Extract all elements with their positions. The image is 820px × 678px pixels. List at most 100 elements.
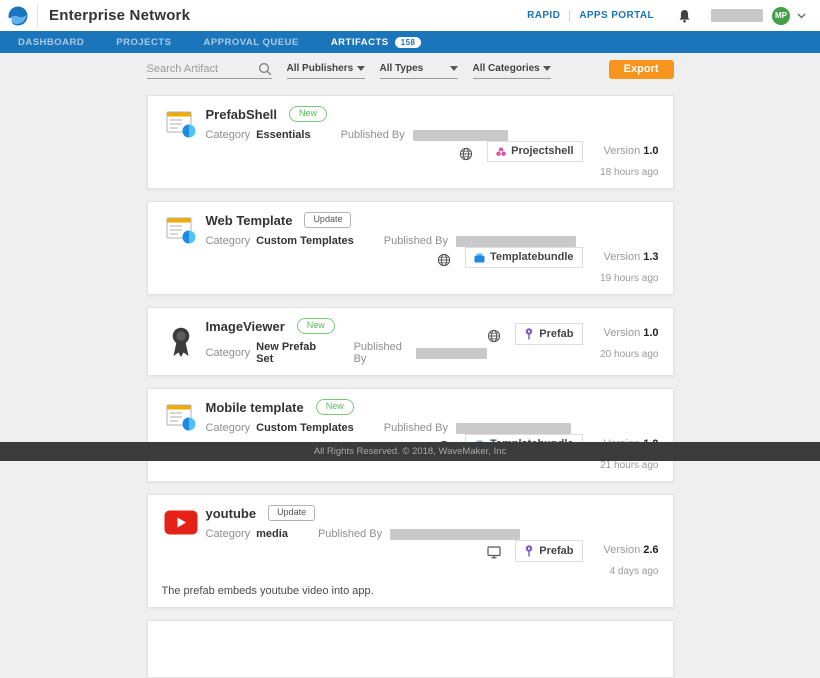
avatar[interactable]: MP — [772, 7, 790, 25]
status-badge: New — [289, 106, 327, 122]
projectshell-icon — [496, 147, 506, 157]
category-value: New Prefab Set — [256, 341, 323, 365]
apps-portal-link[interactable]: APPS PORTAL — [579, 10, 654, 21]
card-main: PrefabShell New Category Essentials Publ… — [204, 106, 659, 141]
monitor-icon — [487, 546, 501, 559]
card-main: Mobile template New Category Custom Temp… — [204, 399, 659, 434]
status-badge: Update — [304, 212, 351, 228]
category-value: Custom Templates — [256, 235, 354, 247]
published-time: 19 hours ago — [595, 273, 659, 284]
publisher-redacted — [456, 423, 571, 434]
published-by-label: Published By — [384, 235, 448, 247]
globe-icon — [487, 329, 501, 343]
artifact-title: Web Template — [206, 213, 293, 228]
search-input[interactable] — [147, 63, 258, 75]
nav-approval-queue[interactable]: APPROVAL QUEUE — [203, 37, 298, 48]
category-value: Custom Templates — [256, 422, 354, 434]
artifact-card[interactable]: Web Template Update Category Custom Temp… — [147, 201, 674, 295]
types-dropdown[interactable]: All Types — [380, 59, 458, 79]
globe-icon — [437, 253, 451, 267]
wavemaker-logo-icon[interactable] — [8, 6, 28, 26]
publisher-redacted — [413, 130, 508, 141]
artifact-description: The prefab embeds youtube video into app… — [158, 585, 659, 597]
version-value: 2.6 — [643, 544, 658, 556]
caret-down-icon — [450, 66, 458, 71]
nav-artifacts-label: ARTIFACTS — [331, 37, 389, 48]
version-value: 1.3 — [643, 251, 658, 263]
category-value: media — [256, 528, 288, 540]
type-chip: Projectshell — [487, 141, 582, 162]
category-label: Category — [206, 235, 251, 247]
export-button[interactable]: Export — [609, 60, 674, 79]
status-badge: Update — [268, 505, 315, 521]
version-value: 1.0 — [643, 327, 658, 339]
globe-icon — [459, 147, 473, 161]
type-chip: Prefab — [515, 323, 582, 345]
artifact-card-partial[interactable] — [147, 620, 674, 678]
publishers-dropdown[interactable]: All Publishers — [287, 59, 365, 79]
template-icon — [158, 215, 204, 245]
published-time: 21 hours ago — [595, 460, 659, 471]
type-chip: Templatebundle — [465, 247, 583, 268]
published-time: 4 days ago — [595, 566, 659, 577]
nav-dashboard[interactable]: DASHBOARD — [18, 37, 84, 48]
page-title: Enterprise Network — [49, 7, 190, 24]
publishers-dropdown-value: All Publishers — [287, 63, 354, 74]
nav-projects[interactable]: PROJECTS — [116, 37, 171, 48]
categories-dropdown[interactable]: All Categories — [473, 59, 551, 79]
content-column: All Publishers All Types All Categories … — [147, 57, 674, 678]
main-nav: DASHBOARD PROJECTS APPROVAL QUEUE ARTIFA… — [0, 31, 820, 53]
card-right: Templatebundle Version1.3 19 hours ago — [437, 247, 659, 284]
youtube-icon — [158, 510, 204, 535]
publisher-redacted — [390, 529, 520, 540]
app-header: Enterprise Network RAPID APPS PORTAL MP — [0, 0, 820, 31]
published-by-label: Published By — [384, 422, 448, 434]
version-line: Version1.3 — [604, 251, 659, 263]
template-icon — [158, 109, 204, 139]
published-by-label: Published By — [318, 528, 382, 540]
type-chip-label: Projectshell — [511, 146, 573, 157]
category-value: Essentials — [256, 129, 310, 141]
chevron-down-icon[interactable] — [797, 13, 806, 19]
notifications-bell-icon[interactable] — [678, 9, 691, 23]
caret-down-icon — [357, 66, 365, 71]
artifact-title: ImageViewer — [206, 319, 285, 334]
published-by-label: Published By — [341, 129, 405, 141]
version-line: Version2.6 — [604, 544, 659, 556]
artifact-card[interactable]: Mobile template New Category Custom Temp… — [147, 388, 674, 482]
search-box — [147, 59, 272, 79]
artifact-card[interactable]: youtube Update Category media Published … — [147, 494, 674, 608]
category-label: Category — [206, 129, 251, 141]
prefab-icon — [524, 328, 534, 340]
type-chip-label: Prefab — [539, 329, 573, 340]
artifact-card[interactable]: ImageViewer New Category New Prefab Set … — [147, 307, 674, 376]
rapid-link[interactable]: RAPID — [527, 10, 560, 21]
username-redacted — [711, 9, 763, 22]
nav-artifacts[interactable]: ARTIFACTS 158 — [331, 37, 422, 48]
publisher-redacted — [416, 348, 488, 359]
category-label: Category — [206, 422, 251, 434]
version-line: Version1.0 — [604, 145, 659, 157]
category-label: Category — [206, 528, 251, 540]
type-chip-label: Templatebundle — [490, 252, 574, 263]
card-main: ImageViewer New Category New Prefab Set … — [204, 318, 488, 365]
published-by-label: Published By — [354, 341, 408, 365]
card-main: youtube Update Category media Published … — [204, 505, 659, 540]
published-time: 20 hours ago — [595, 349, 659, 360]
card-main: Web Template Update Category Custom Temp… — [204, 212, 659, 247]
version-value: 1.0 — [643, 145, 658, 157]
prefab-icon — [524, 545, 534, 557]
caret-down-icon — [543, 66, 551, 71]
card-right: Projectshell Version1.0 18 hours ago — [459, 141, 658, 178]
artifact-list: PrefabShell New Category Essentials Publ… — [147, 95, 674, 678]
version-line: Version1.0 — [604, 327, 659, 339]
artifact-card[interactable]: PrefabShell New Category Essentials Publ… — [147, 95, 674, 189]
categories-dropdown-value: All Categories — [473, 63, 540, 74]
card-right: Prefab Version2.6 4 days ago — [487, 540, 658, 577]
search-icon[interactable] — [258, 62, 272, 76]
status-badge: New — [297, 318, 335, 334]
template-icon — [158, 402, 204, 432]
card-right: Prefab Version1.0 20 hours ago — [487, 323, 658, 360]
category-label: Category — [206, 347, 251, 359]
types-dropdown-value: All Types — [380, 63, 424, 74]
